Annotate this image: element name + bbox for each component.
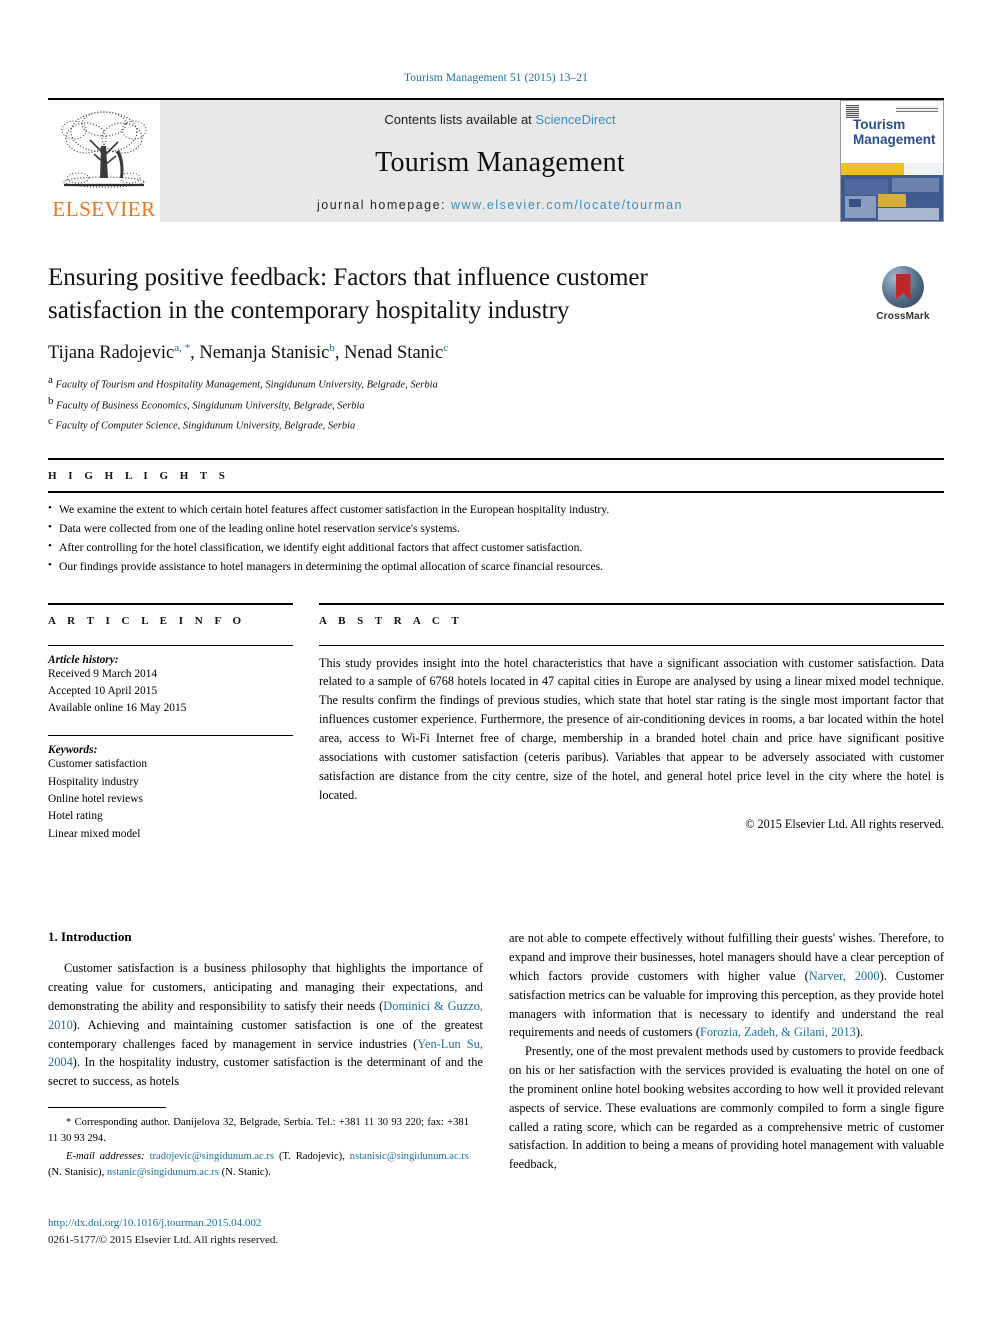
list-item: After controlling for the hotel classifi… xyxy=(48,538,944,558)
intro-text-part: ). xyxy=(855,1025,864,1040)
paper-page: Tourism Management 51 (2015) 13–21 ELSEV… xyxy=(0,0,992,1323)
intro-paragraph-right-2: Presently, one of the most prevalent met… xyxy=(509,1044,944,1172)
cover-header-text-block xyxy=(896,106,938,112)
citation-link[interactable]: Forozia, Zadeh, & Gilani, 2013 xyxy=(700,1025,856,1039)
email-link[interactable]: nstanic@singidunum.ac.rs xyxy=(107,1167,219,1178)
article-history-label: Article history: xyxy=(48,653,119,666)
author-name: Nemanja Stanisic xyxy=(199,343,330,364)
author-list: Tijana Radojevica, *, Nemanja Stanisicb,… xyxy=(48,342,944,364)
author-affil-mark: c xyxy=(443,342,449,354)
list-item: We examine the extent to which certain h… xyxy=(48,500,944,520)
affiliation-item: a Faculty of Tourism and Hospitality Man… xyxy=(48,373,944,393)
affiliation-item: b Faculty of Business Economics, Singidu… xyxy=(48,394,944,414)
author-name: Nenad Stanic xyxy=(344,343,444,364)
highlights-section: H I G H L I G H T S We examine the exten… xyxy=(48,458,944,576)
keywords-label: Keywords: xyxy=(48,744,98,757)
crossmark-badge[interactable]: CrossMark xyxy=(862,266,944,322)
affiliation-text: Faculty of Tourism and Hospitality Manag… xyxy=(55,379,438,391)
affiliation-item: c Faculty of Computer Science, Singidunu… xyxy=(48,414,944,434)
history-item: Accepted 10 April 2015 xyxy=(48,684,158,697)
abstract-column: A B S T R A C T This study provides insi… xyxy=(319,602,944,844)
article-info-column: A R T I C L E I N F O Article history: R… xyxy=(48,602,293,844)
affiliation-mark: b xyxy=(48,394,54,407)
elsevier-tree-icon xyxy=(56,106,152,198)
email-link[interactable]: nstanisic@singidunum.ac.rs xyxy=(350,1151,469,1162)
history-item: Received 9 March 2014 xyxy=(48,667,158,680)
cover-yellow-band xyxy=(841,163,905,176)
footnote-area: * Corresponding author. Danijelova 32, B… xyxy=(48,1107,469,1181)
intro-paragraph-right-1: are not able to compete effectively with… xyxy=(509,929,944,1042)
author-separator: , xyxy=(190,343,200,364)
author-affil-mark: a, * xyxy=(174,342,191,354)
highlights-heading: H I G H L I G H T S xyxy=(48,470,230,483)
sciencedirect-link[interactable]: ScienceDirect xyxy=(535,112,615,127)
abstract-text: This study provides insight into the hot… xyxy=(319,655,944,802)
crossmark-ribbon-icon xyxy=(895,274,911,300)
abstract-heading: A B S T R A C T xyxy=(319,614,464,627)
citation-link[interactable]: Narver, 2000 xyxy=(809,969,880,983)
intro-paragraph-left: Customer satisfaction is a business phil… xyxy=(48,959,483,1091)
email-link[interactable]: tradojevic@singidunum.ac.rs xyxy=(150,1151,275,1162)
email-label: E-mail addresses: xyxy=(66,1150,145,1162)
contents-prefix: Contents lists available at xyxy=(384,112,536,127)
keyword-item: Hospitality industry xyxy=(48,775,139,788)
journal-homepage-line: journal homepage: www.elsevier.com/locat… xyxy=(317,198,683,212)
keywords-rule xyxy=(48,735,293,737)
sciencedirect-band: Contents lists available at ScienceDirec… xyxy=(160,100,840,222)
cover-photo-collage xyxy=(841,175,943,221)
contents-line: Contents lists available at ScienceDirec… xyxy=(384,112,615,127)
keyword-item: Linear mixed model xyxy=(48,827,141,840)
email-owner: (N. Stanic) xyxy=(221,1166,269,1178)
keywords-block: Keywords: Customer satisfaction Hospital… xyxy=(48,727,293,843)
highlights-list: We examine the extent to which certain h… xyxy=(48,493,944,576)
intro-text-part: ). In the hospitality industry, customer… xyxy=(48,1055,483,1089)
body-column-right: are not able to compete effectively with… xyxy=(509,929,944,1174)
footnote-rule xyxy=(48,1107,166,1108)
email-addresses-note: E-mail addresses: tradojevic@singidunum.… xyxy=(48,1150,469,1178)
history-item: Available online 16 May 2015 xyxy=(48,702,187,715)
email-owner: (T. Radojevic) xyxy=(278,1150,343,1162)
affiliation-text: Faculty of Business Economics, Singidunu… xyxy=(56,400,365,412)
crossmark-label: CrossMark xyxy=(876,311,930,322)
page-title: Ensuring positive feedback: Factors that… xyxy=(48,264,648,324)
crossmark-icon xyxy=(882,266,924,308)
cover-title-text: Tourism Management xyxy=(853,117,936,148)
author-separator: , xyxy=(334,343,345,364)
list-item: Our findings provide assistance to hotel… xyxy=(48,557,944,577)
article-info-heading: A R T I C L E I N F O xyxy=(48,614,246,627)
author-name: Tijana Radojevic xyxy=(48,343,175,364)
abstract-copyright: © 2015 Elsevier Ltd. All rights reserved… xyxy=(745,816,944,831)
highlights-heading-wrap: H I G H L I G H T S xyxy=(48,460,944,482)
affiliation-list: a Faculty of Tourism and Hospitality Man… xyxy=(48,373,944,434)
article-history-block: Article history: Received 9 March 2014 A… xyxy=(48,646,293,718)
homepage-url-link[interactable]: www.elsevier.com/locate/tourman xyxy=(451,198,683,212)
running-head: Tourism Management 51 (2015) 13–21 xyxy=(403,72,588,84)
title-block: CrossMark Ensuring positive feedback: Fa… xyxy=(48,262,944,434)
info-abstract-row: A R T I C L E I N F O Article history: R… xyxy=(48,602,944,844)
corresponding-author-note: * Corresponding author. Danijelova 32, B… xyxy=(48,1117,469,1144)
journal-cover-thumbnail: Tourism Management xyxy=(840,100,944,222)
affiliation-mark: c xyxy=(48,414,53,427)
email-owner: (N. Stanisic) xyxy=(48,1166,102,1178)
list-item: Data were collected from one of the lead… xyxy=(48,519,944,539)
keyword-item: Hotel rating xyxy=(48,810,103,823)
homepage-prefix: journal homepage: xyxy=(316,198,452,212)
section-heading-introduction: 1. Introduction xyxy=(48,929,132,945)
journal-title: Tourism Management xyxy=(375,146,625,178)
elsevier-logo: ELSEVIER xyxy=(48,100,160,222)
elsevier-wordmark: ELSEVIER xyxy=(52,197,156,221)
issn-copyright-line: 0261-5177/© 2015 Elsevier Ltd. All right… xyxy=(48,1233,279,1246)
keyword-item: Online hotel reviews xyxy=(48,793,143,806)
affiliation-text: Faculty of Computer Science, Singidunum … xyxy=(55,420,356,432)
keyword-item: Customer satisfaction xyxy=(48,758,148,771)
doi-link[interactable]: http://dx.doi.org/10.1016/j.tourman.2015… xyxy=(48,1215,548,1232)
affiliation-mark: a xyxy=(48,374,53,387)
journal-masthead: ELSEVIER Contents lists available at Sci… xyxy=(48,98,944,222)
doi-block: http://dx.doi.org/10.1016/j.tourman.2015… xyxy=(48,1215,548,1248)
